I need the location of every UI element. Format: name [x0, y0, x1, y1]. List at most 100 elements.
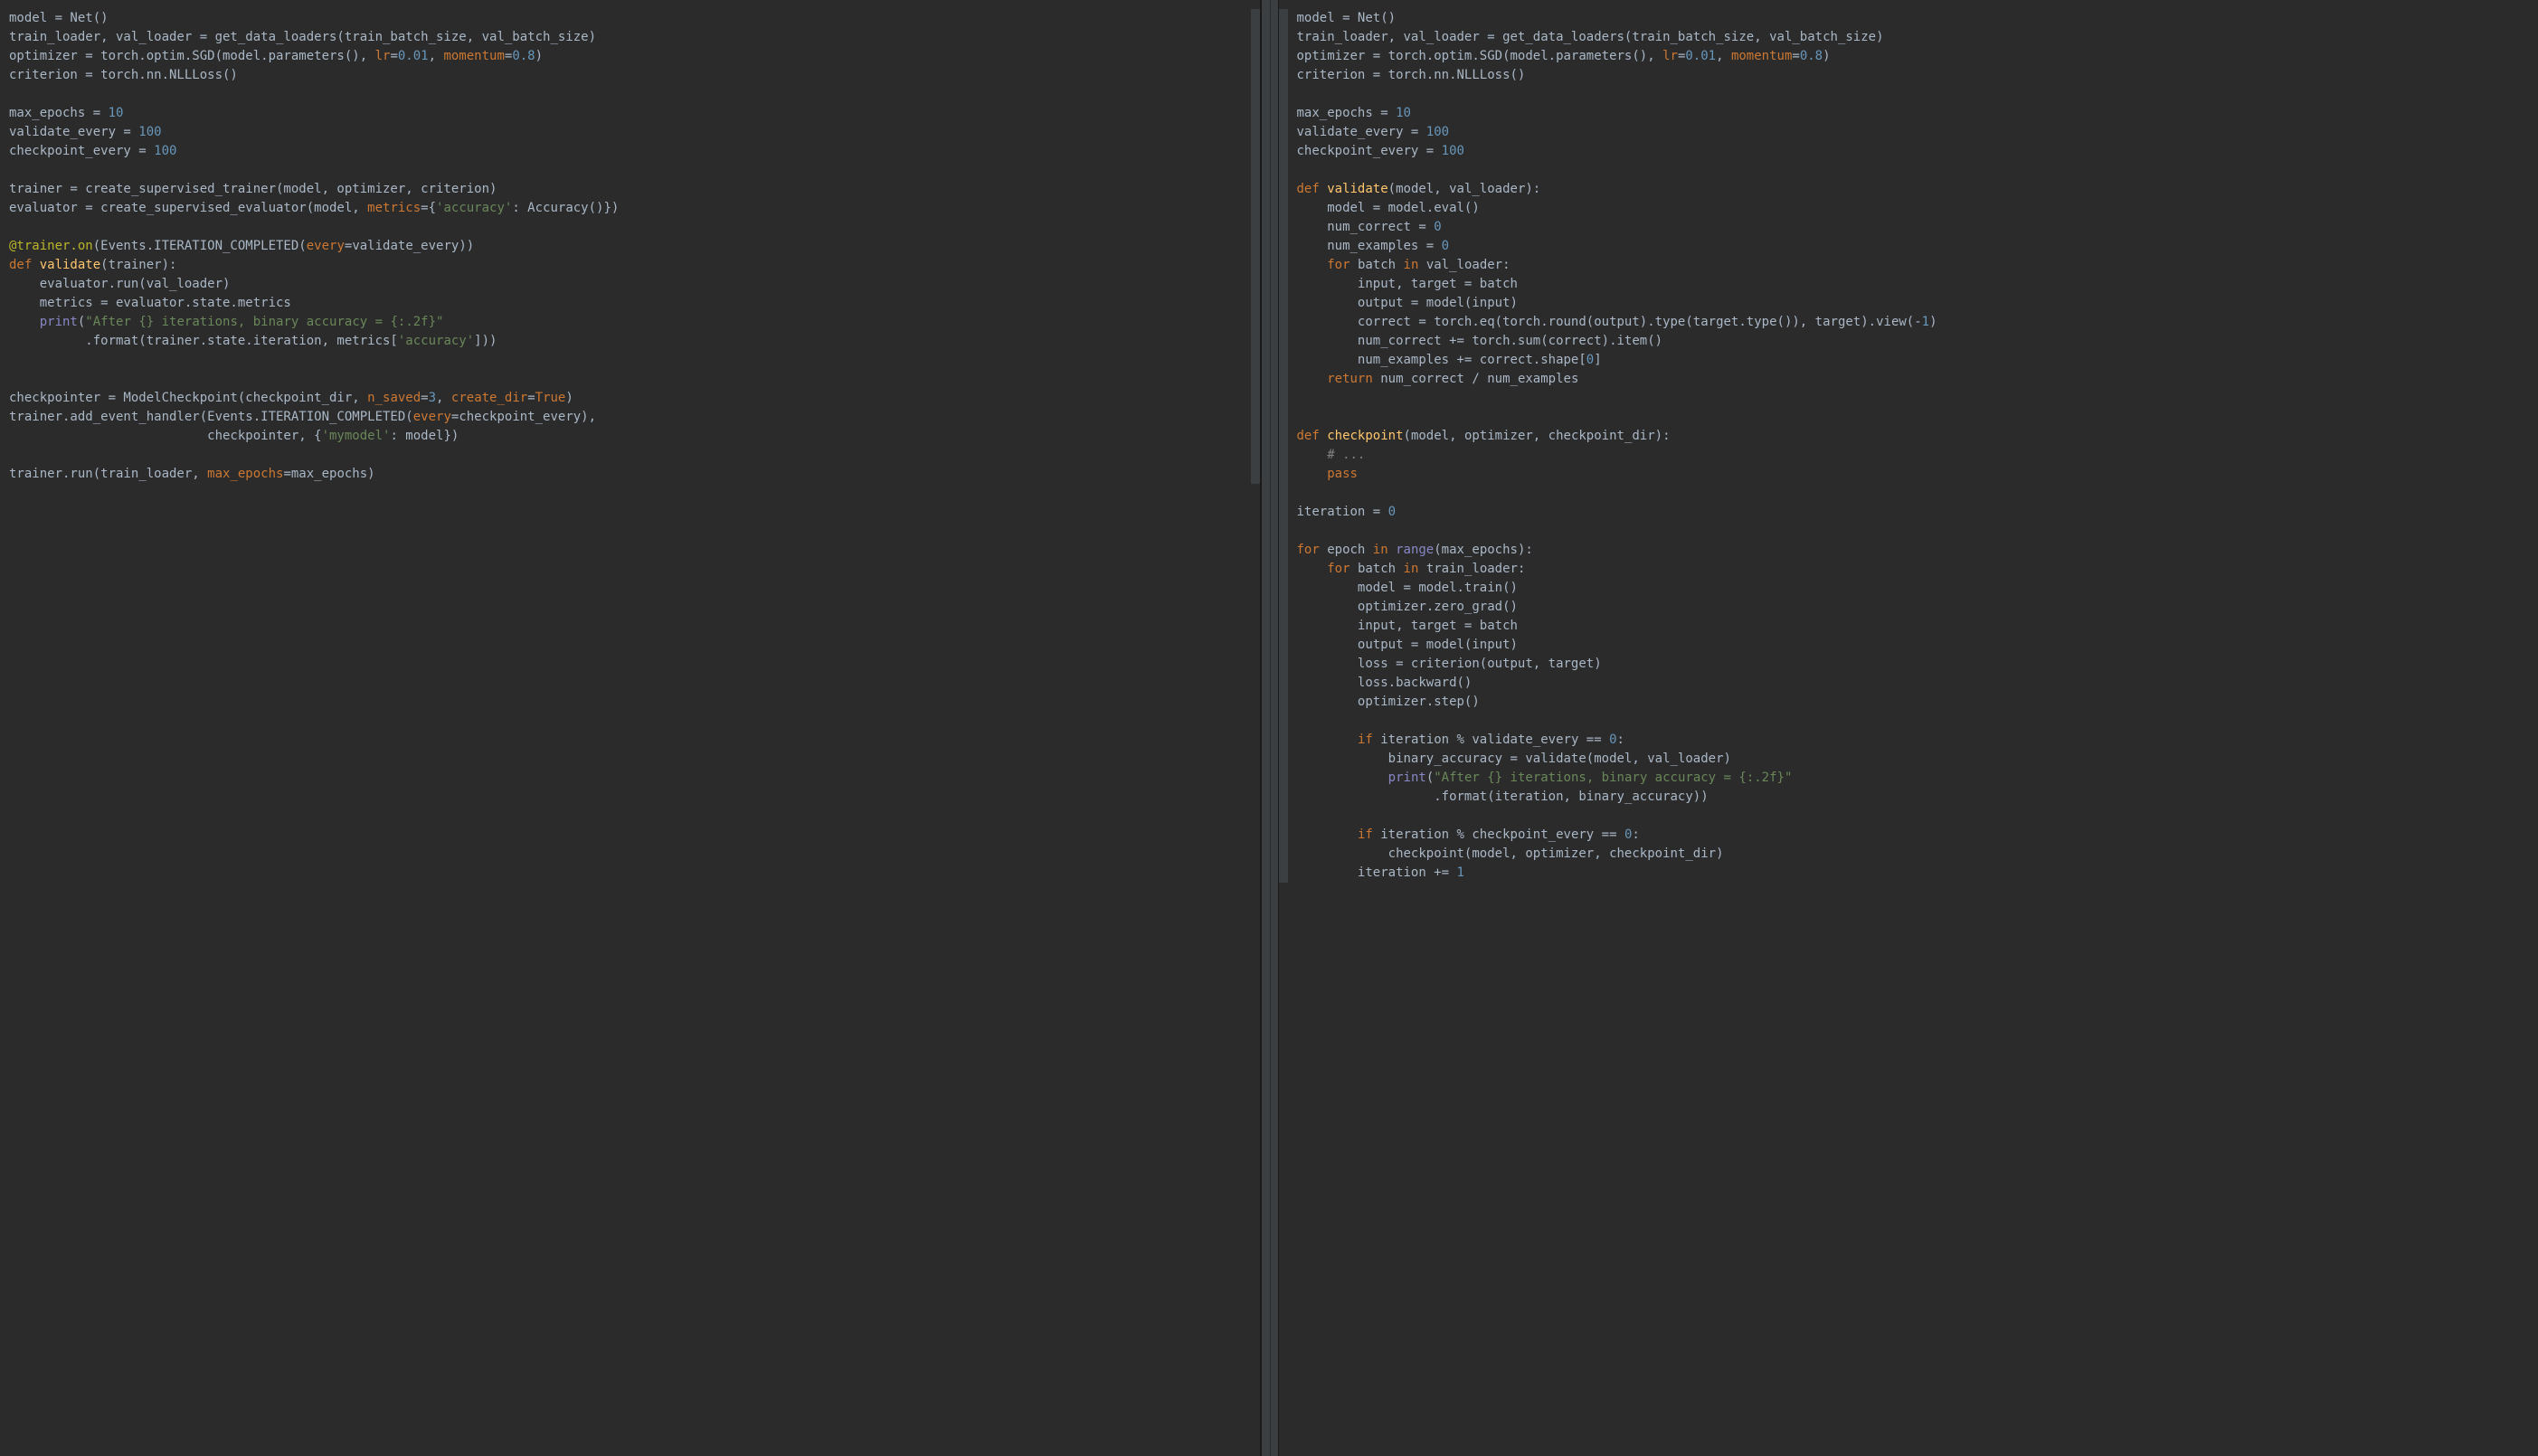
diff-divider[interactable] [1261, 0, 1279, 1456]
code-token: iteration = [1297, 505, 1388, 519]
code-line[interactable]: criterion = torch.nn.NLLLoss() [1288, 66, 2538, 85]
code-line[interactable]: criterion = torch.nn.NLLLoss() [0, 66, 1251, 85]
code-line[interactable]: def validate(model, val_loader): [1288, 180, 2538, 199]
code-line[interactable] [0, 370, 1251, 389]
code-line[interactable] [0, 446, 1251, 465]
code-line[interactable]: # ... [1288, 446, 2538, 465]
code-line[interactable]: optimizer = torch.optim.SGD(model.parame… [1288, 47, 2538, 66]
code-line[interactable]: optimizer.zero_grad() [1288, 598, 2538, 617]
code-line[interactable]: .format(trainer.state.iteration, metrics… [0, 332, 1251, 351]
code-token [1297, 467, 1328, 481]
code-line[interactable]: checkpoint_every = 100 [1288, 142, 2538, 161]
code-line[interactable]: num_correct = 0 [1288, 218, 2538, 237]
code-line[interactable]: binary_accuracy = validate(model, val_lo… [1288, 750, 2538, 769]
code-line[interactable]: loss.backward() [1288, 674, 2538, 693]
code-line[interactable]: model = Net() [0, 9, 1251, 28]
code-line[interactable] [1288, 408, 2538, 427]
code-token: ) [1929, 315, 1937, 329]
code-token: ) [1823, 49, 1830, 63]
code-line[interactable]: pass [1288, 465, 2538, 484]
code-line[interactable]: output = model(input) [1288, 294, 2538, 313]
code-token: print [40, 315, 78, 329]
code-token: =validate_every)) [345, 239, 474, 253]
code-token: evaluator = create_supervised_evaluator(… [9, 201, 367, 215]
code-line[interactable]: model = Net() [1288, 9, 2538, 28]
code-line[interactable]: checkpointer, {'mymodel': model}) [0, 427, 1251, 446]
code-line[interactable] [1288, 712, 2538, 731]
code-line[interactable]: max_epochs = 10 [1288, 104, 2538, 123]
code-token: , [429, 49, 444, 63]
code-token: : model}) [390, 429, 459, 443]
code-token: iteration += [1297, 865, 1457, 880]
code-line[interactable]: correct = torch.eq(torch.round(output).t… [1288, 313, 2538, 332]
code-line[interactable]: for batch in train_loader: [1288, 560, 2538, 579]
code-token: momentum [443, 49, 504, 63]
code-line[interactable] [0, 218, 1251, 237]
code-line[interactable]: trainer.add_event_handler(Events.ITERATI… [0, 408, 1251, 427]
code-line[interactable]: input, target = batch [1288, 617, 2538, 636]
code-line[interactable] [1288, 389, 2538, 408]
code-token: in [1404, 562, 1426, 576]
code-line[interactable]: validate_every = 100 [1288, 123, 2538, 142]
code-line[interactable]: num_examples += correct.shape[0] [1288, 351, 2538, 370]
code-line[interactable] [0, 161, 1251, 180]
code-token: 0 [1442, 239, 1449, 253]
code-line[interactable] [1288, 85, 2538, 104]
code-line[interactable]: checkpoint(model, optimizer, checkpoint_… [1288, 845, 2538, 864]
code-line[interactable] [0, 351, 1251, 370]
code-line[interactable]: if iteration % validate_every == 0: [1288, 731, 2538, 750]
code-line[interactable]: .format(iteration, binary_accuracy)) [1288, 788, 2538, 807]
code-line[interactable]: return num_correct / num_examples [1288, 370, 2538, 389]
code-line[interactable]: trainer.run(train_loader, max_epochs=max… [0, 465, 1251, 484]
code-line[interactable]: train_loader, val_loader = get_data_load… [1288, 28, 2538, 47]
code-line[interactable] [1288, 807, 2538, 826]
code-token: iteration % validate_every == [1380, 733, 1609, 747]
left-code-panel[interactable]: model = Net()train_loader, val_loader = … [0, 0, 1261, 1456]
code-line[interactable]: checkpointer = ModelCheckpoint(checkpoin… [0, 389, 1251, 408]
code-line[interactable]: max_epochs = 10 [0, 104, 1251, 123]
code-line[interactable]: output = model(input) [1288, 636, 2538, 655]
code-line[interactable]: iteration = 0 [1288, 503, 2538, 522]
code-token: ) [565, 391, 573, 405]
code-token: if [1358, 827, 1380, 842]
diff-container: model = Net()train_loader, val_loader = … [0, 0, 2538, 1456]
code-line[interactable]: print("After {} iterations, binary accur… [1288, 769, 2538, 788]
code-line[interactable]: def validate(trainer): [0, 256, 1251, 275]
code-line[interactable]: iteration += 1 [1288, 864, 2538, 883]
code-token: (model, optimizer, checkpoint_dir): [1404, 429, 1671, 443]
code-line[interactable]: input, target = batch [1288, 275, 2538, 294]
code-token [9, 315, 40, 329]
code-line[interactable]: optimizer.step() [1288, 693, 2538, 712]
code-line[interactable]: evaluator = create_supervised_evaluator(… [0, 199, 1251, 218]
code-token: trainer.run(train_loader, [9, 467, 207, 481]
code-line[interactable]: @trainer.on(Events.ITERATION_COMPLETED(e… [0, 237, 1251, 256]
code-token [1297, 733, 1358, 747]
code-line[interactable]: for batch in val_loader: [1288, 256, 2538, 275]
code-token: num_correct = [1297, 220, 1435, 234]
left-gutter-strip [1251, 9, 1260, 484]
code-line[interactable]: checkpoint_every = 100 [0, 142, 1251, 161]
code-line[interactable]: model = model.train() [1288, 579, 2538, 598]
code-line[interactable] [1288, 484, 2538, 503]
code-line[interactable]: optimizer = torch.optim.SGD(model.parame… [0, 47, 1251, 66]
code-token: trainer = create_supervised_trainer(mode… [9, 182, 497, 196]
code-token: ( [1426, 771, 1434, 785]
code-line[interactable]: num_examples = 0 [1288, 237, 2538, 256]
code-line[interactable] [1288, 161, 2538, 180]
code-line[interactable]: validate_every = 100 [0, 123, 1251, 142]
code-line[interactable]: train_loader, val_loader = get_data_load… [0, 28, 1251, 47]
code-line[interactable]: trainer = create_supervised_trainer(mode… [0, 180, 1251, 199]
code-line[interactable]: model = model.eval() [1288, 199, 2538, 218]
code-line[interactable]: loss = criterion(output, target) [1288, 655, 2538, 674]
code-line[interactable]: num_correct += torch.sum(correct).item() [1288, 332, 2538, 351]
code-line[interactable] [0, 85, 1251, 104]
right-code-panel[interactable]: model = Net()train_loader, val_loader = … [1279, 0, 2538, 1456]
code-line[interactable] [1288, 522, 2538, 541]
code-line[interactable]: def checkpoint(model, optimizer, checkpo… [1288, 427, 2538, 446]
code-line[interactable]: print("After {} iterations, binary accur… [0, 313, 1251, 332]
code-line[interactable]: evaluator.run(val_loader) [0, 275, 1251, 294]
code-token: criterion = torch.nn.NLLLoss() [1297, 68, 1526, 82]
code-line[interactable]: metrics = evaluator.state.metrics [0, 294, 1251, 313]
code-line[interactable]: for epoch in range(max_epochs): [1288, 541, 2538, 560]
code-line[interactable]: if iteration % checkpoint_every == 0: [1288, 826, 2538, 845]
